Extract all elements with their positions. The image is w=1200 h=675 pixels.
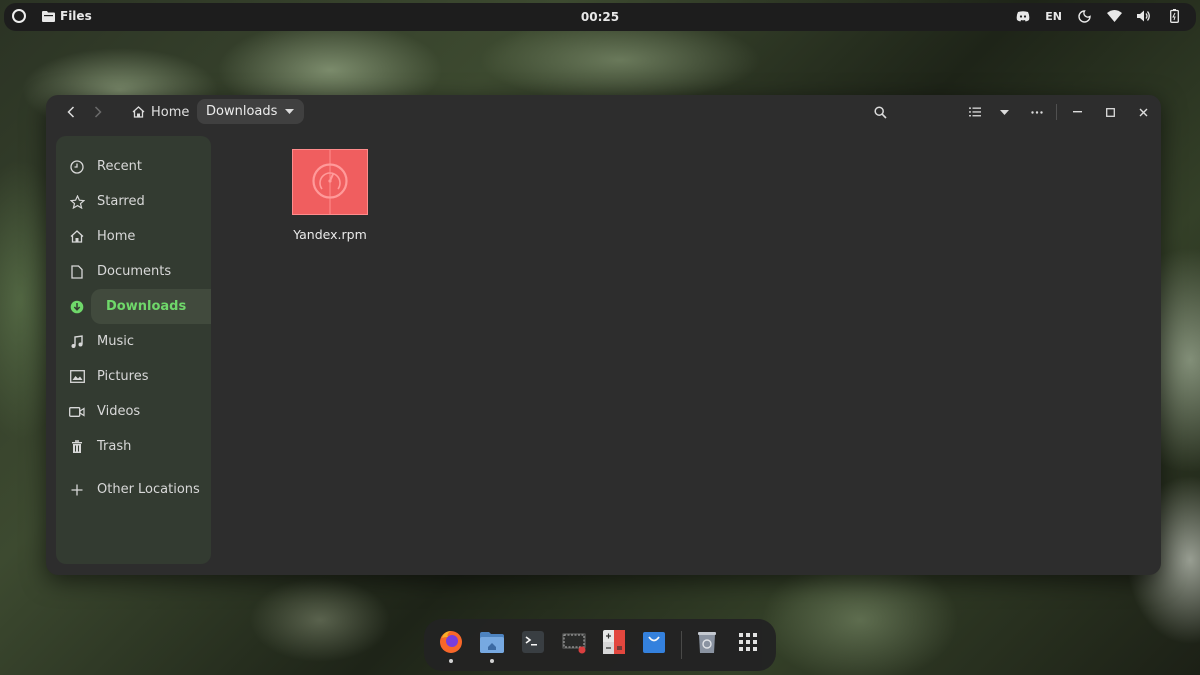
home-icon <box>69 229 85 245</box>
terminal-icon <box>522 631 544 653</box>
sidebar-item-videos[interactable]: Videos <box>56 394 211 429</box>
file-name: Yandex.rpm <box>293 227 367 242</box>
list-view-icon <box>969 107 981 117</box>
caret-down-icon <box>285 109 295 114</box>
sidebar-item-label: Recent <box>97 159 142 174</box>
screenshot-icon <box>562 633 586 654</box>
sidebar-item-pictures[interactable]: Pictures <box>56 359 211 394</box>
breadcrumb-home[interactable]: Home <box>132 101 189 123</box>
download-icon <box>69 299 85 315</box>
dock-trash[interactable] <box>694 629 720 655</box>
caret-down-icon <box>999 109 1009 115</box>
sidebar-item-home[interactable]: Home <box>56 219 211 254</box>
volume-icon <box>1136 8 1152 24</box>
running-indicator <box>449 659 453 663</box>
dock-separator <box>681 631 682 659</box>
maximize-button[interactable] <box>1099 102 1121 122</box>
breadcrumb-current-label: Downloads <box>206 104 278 119</box>
breadcrumb-current[interactable]: Downloads <box>197 99 305 124</box>
wifi-icon <box>1106 8 1122 24</box>
trash-icon <box>69 439 85 455</box>
maximize-icon <box>1105 107 1115 117</box>
dock <box>424 619 776 671</box>
keyboard-layout[interactable]: EN <box>1045 10 1062 23</box>
video-icon <box>69 404 85 420</box>
header-bar: Home Downloads <box>46 95 1161 129</box>
more-options-icon <box>1031 110 1043 114</box>
plus-icon <box>69 482 85 498</box>
yandex-package-icon <box>292 149 368 215</box>
software-store-icon <box>643 632 665 653</box>
dock-screenshot[interactable] <box>561 629 587 655</box>
main-menu-button[interactable] <box>1026 102 1048 122</box>
minimize-icon <box>1072 111 1082 113</box>
dock-show-apps[interactable] <box>735 629 761 655</box>
close-button[interactable] <box>1132 102 1154 122</box>
sidebar-item-starred[interactable]: Starred <box>56 184 211 219</box>
star-icon <box>69 194 85 210</box>
calculator-icon <box>603 630 625 654</box>
search-icon <box>873 105 887 119</box>
sidebar-item-label: Pictures <box>97 369 149 384</box>
breadcrumb-home-label: Home <box>151 104 190 120</box>
file-item[interactable]: Yandex.rpm <box>281 149 379 242</box>
dock-calculator[interactable] <box>601 629 627 655</box>
home-icon <box>132 106 145 118</box>
search-button[interactable] <box>869 102 891 122</box>
chevron-left-icon <box>67 106 75 118</box>
night-light-icon <box>1076 8 1092 24</box>
files-folder-icon <box>480 632 504 653</box>
sidebar-item-label: Downloads <box>106 299 187 314</box>
sidebar-item-label: Starred <box>97 194 145 209</box>
discord-icon[interactable] <box>1015 8 1031 24</box>
battery-icon <box>1166 8 1182 24</box>
dock-software[interactable] <box>641 629 667 655</box>
pictures-icon <box>69 369 85 385</box>
trash-bin-icon <box>698 632 716 653</box>
dock-firefox[interactable] <box>438 629 464 655</box>
places-sidebar: Recent Starred Home Documents Downloads … <box>56 136 211 564</box>
view-list-button[interactable] <box>964 102 986 122</box>
sidebar-item-recent[interactable]: Recent <box>56 149 211 184</box>
back-button[interactable] <box>60 102 82 122</box>
close-icon <box>1139 108 1147 116</box>
app-grid-icon <box>739 633 757 651</box>
firefox-icon <box>440 631 462 653</box>
running-indicator <box>490 659 494 663</box>
view-options-button[interactable] <box>993 102 1015 122</box>
sidebar-item-label: Music <box>97 334 134 349</box>
sidebar-item-label: Other Locations <box>97 482 200 497</box>
files-window: Home Downloads Recent Starred Home Docum… <box>46 95 1161 575</box>
music-icon <box>69 334 85 350</box>
sidebar-item-trash[interactable]: Trash <box>56 429 211 464</box>
sidebar-item-downloads[interactable]: Downloads <box>56 289 211 324</box>
header-separator <box>1056 104 1057 120</box>
minimize-button[interactable] <box>1066 102 1088 122</box>
forward-button[interactable] <box>87 102 109 122</box>
dock-terminal[interactable] <box>520 629 546 655</box>
sidebar-item-label: Documents <box>97 264 172 279</box>
system-tray[interactable]: EN <box>1015 8 1182 24</box>
dock-files[interactable] <box>479 629 505 655</box>
top-panel: Files 00:25 EN <box>4 3 1196 31</box>
document-icon <box>69 264 85 280</box>
clock-icon <box>69 159 85 175</box>
sidebar-item-other-locations[interactable]: Other Locations <box>56 472 211 507</box>
sidebar-item-label: Home <box>97 229 136 244</box>
sidebar-item-label: Trash <box>97 439 132 454</box>
sidebar-item-music[interactable]: Music <box>56 324 211 359</box>
sidebar-item-label: Videos <box>97 404 141 419</box>
sidebar-item-documents[interactable]: Documents <box>56 254 211 289</box>
chevron-right-icon <box>94 106 102 118</box>
